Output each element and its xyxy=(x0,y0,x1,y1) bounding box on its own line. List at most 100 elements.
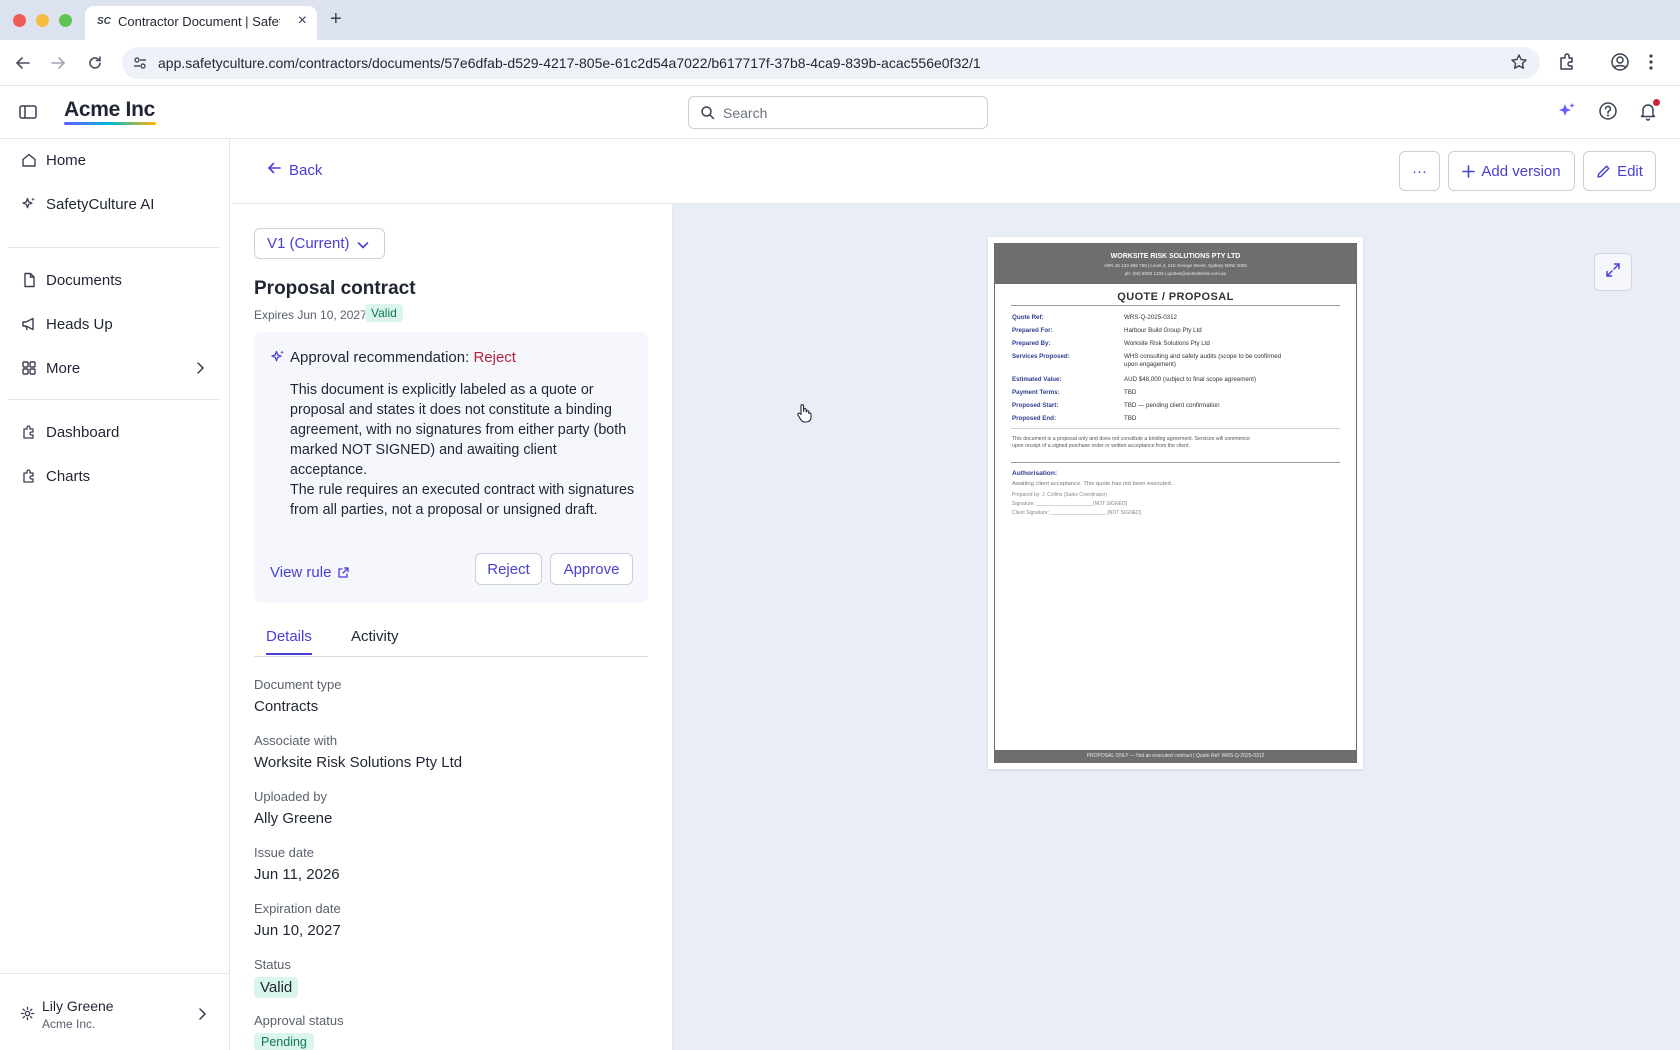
document-letterhead: WORKSITE RISK SOLUTIONS PTY LTD ABN 45 1… xyxy=(995,244,1356,284)
sidebar-item-label: Documents xyxy=(46,271,122,289)
sidebar-toggle-icon[interactable] xyxy=(18,102,38,127)
back-link[interactable]: Back xyxy=(267,161,322,179)
sidebar-item-dashboard[interactable]: Dashboard xyxy=(8,414,220,450)
hand-cursor-icon xyxy=(796,403,812,428)
document-field-value: AUD $48,000 (subject to final scope agre… xyxy=(1124,376,1257,383)
sidebar-divider xyxy=(8,399,220,400)
document-field-label: Proposed End: xyxy=(1012,415,1057,422)
document-field-value: TBD xyxy=(1124,389,1137,396)
sidebar-item-home[interactable]: Home xyxy=(8,142,220,178)
search-input[interactable] xyxy=(723,103,973,123)
tab-activity[interactable]: Activity xyxy=(351,628,399,653)
sidebar-divider xyxy=(8,247,220,248)
search-box[interactable] xyxy=(688,96,988,129)
sidebar-item-label: Dashboard xyxy=(46,423,120,441)
ai-reason-paragraph: This document is explicitly labeled as a… xyxy=(290,382,627,478)
field-label: Uploaded by xyxy=(254,789,327,804)
brand-underline xyxy=(64,122,156,125)
ai-recommendation-body: This document is explicitly labeled as a… xyxy=(290,380,635,520)
document-footer: PROPOSAL ONLY — Not an executed contract… xyxy=(995,750,1356,763)
url-text: app.safetyculture.com/contractors/docume… xyxy=(158,55,981,71)
document-field-label: Prepared For: xyxy=(1012,327,1053,334)
document-field-label: Proposed Start: xyxy=(1012,402,1059,409)
puzzle-icon xyxy=(20,467,38,485)
tab-details[interactable]: Details xyxy=(266,628,312,655)
add-version-button[interactable]: Add version xyxy=(1448,151,1575,191)
window-minimize-button[interactable] xyxy=(36,14,49,27)
field-label: Document type xyxy=(254,677,342,692)
document-field-value: WHS consulting and safety audits (scope … xyxy=(1124,353,1282,368)
document-expiry: Expires Jun 10, 2027 xyxy=(254,308,367,322)
document-page-border: WORKSITE RISK SOLUTIONS PTY LTD ABN 45 1… xyxy=(994,243,1357,763)
external-link-icon xyxy=(337,566,350,579)
document-field-value: TBD xyxy=(1124,415,1137,422)
edit-button[interactable]: Edit xyxy=(1583,151,1656,191)
document-prepared-by: Prepared by: J. Collins (Sales Coordinat… xyxy=(1012,492,1108,498)
document-footer-text: PROPOSAL ONLY — Not an executed contract… xyxy=(1086,753,1265,759)
browser-menu-icon[interactable] xyxy=(1648,52,1654,77)
document-detail-panel: V1 (Current) Proposal contract Expires J… xyxy=(231,204,673,1050)
view-rule-link[interactable]: View rule xyxy=(270,564,350,581)
window-close-button[interactable] xyxy=(13,14,26,27)
document-field-label: Payment Terms: xyxy=(1012,389,1060,396)
status-badge: Valid xyxy=(365,304,403,322)
forward-arrow-icon[interactable] xyxy=(47,52,69,74)
field-value: Ally Greene xyxy=(254,810,333,827)
reload-icon[interactable] xyxy=(84,52,106,74)
extensions-icon[interactable] xyxy=(1557,52,1577,77)
document-rule xyxy=(1011,305,1340,306)
document-client-signature: Client Signature: ____________________ [… xyxy=(1012,510,1142,516)
field-value: Contracts xyxy=(254,698,319,715)
sidebar-item-safetyculture-ai[interactable]: SafetyCulture AI xyxy=(8,186,220,222)
site-info-icon[interactable] xyxy=(132,55,148,76)
status-badge: Valid xyxy=(254,977,299,998)
sparkle-icon xyxy=(270,349,286,370)
document-disclaimer: This document is a proposal only and doe… xyxy=(1012,436,1250,449)
sidebar-item-label: Home xyxy=(46,151,87,169)
more-options-button[interactable]: ··· xyxy=(1399,151,1440,191)
sidebar-item-label: More xyxy=(46,359,81,377)
version-select[interactable]: V1 (Current) xyxy=(254,228,385,259)
megaphone-icon xyxy=(20,315,38,333)
app-header: Acme Inc xyxy=(0,86,1680,139)
browser-tab[interactable]: SC Contractor Document | SafetyCulture × xyxy=(85,6,317,40)
sidebar-item-heads-up[interactable]: Heads Up xyxy=(8,306,220,342)
sidebar-item-label: Charts xyxy=(46,467,91,485)
back-arrow-icon[interactable] xyxy=(12,52,34,74)
sparkle-icon xyxy=(20,195,38,213)
document-page[interactable]: WORKSITE RISK SOLUTIONS PTY LTD ABN 45 1… xyxy=(988,237,1363,769)
expand-preview-button[interactable] xyxy=(1594,253,1632,291)
ai-heading-text: Approval recommendation: xyxy=(290,349,470,366)
reject-button[interactable]: Reject xyxy=(475,553,542,585)
address-bar[interactable]: app.safetyculture.com/contractors/docume… xyxy=(122,47,1540,79)
sidebar-item-more[interactable]: More xyxy=(8,350,220,386)
field-label: Status xyxy=(254,957,291,972)
document-field-value: WRS-Q-2025-0312 xyxy=(1124,314,1177,321)
profile-icon[interactable] xyxy=(1610,52,1630,77)
bookmark-star-icon[interactable] xyxy=(1510,53,1528,76)
user-menu[interactable]: Lily Greene Acme Inc. xyxy=(0,973,230,1050)
page-header: Back ··· Add version Edit xyxy=(231,139,1680,204)
user-org: Acme Inc. xyxy=(42,1017,96,1031)
document-heading: QUOTE / PROPOSAL xyxy=(1117,291,1234,303)
window-zoom-button[interactable] xyxy=(59,14,72,27)
document-field-label: Prepared By: xyxy=(1012,340,1051,347)
approve-button[interactable]: Approve xyxy=(550,553,633,585)
approval-status-badge: Pending xyxy=(254,1033,314,1050)
chevron-down-icon xyxy=(356,238,370,256)
document-field-value: Harbour Build Group Pty Ltd xyxy=(1124,327,1202,334)
ai-sparkle-icon[interactable] xyxy=(1557,101,1577,126)
add-version-label: Add version xyxy=(1481,162,1561,180)
ai-recommendation-card: Approval recommendation: Reject This doc… xyxy=(254,332,648,603)
sidebar-item-documents[interactable]: Documents xyxy=(8,262,220,298)
brand-name[interactable]: Acme Inc xyxy=(64,98,155,122)
tab-close-icon[interactable]: × xyxy=(298,13,307,29)
field-label: Expiration date xyxy=(254,901,341,916)
back-label: Back xyxy=(289,161,323,179)
sidebar-item-charts[interactable]: Charts xyxy=(8,458,220,494)
document-field-label: Estimated Value: xyxy=(1012,376,1062,383)
document-preview-pane: WORKSITE RISK SOLUTIONS PTY LTD ABN 45 1… xyxy=(673,204,1680,1050)
help-icon[interactable] xyxy=(1598,101,1618,126)
field-label: Approval status xyxy=(254,1013,344,1028)
new-tab-icon[interactable]: + xyxy=(330,9,342,29)
